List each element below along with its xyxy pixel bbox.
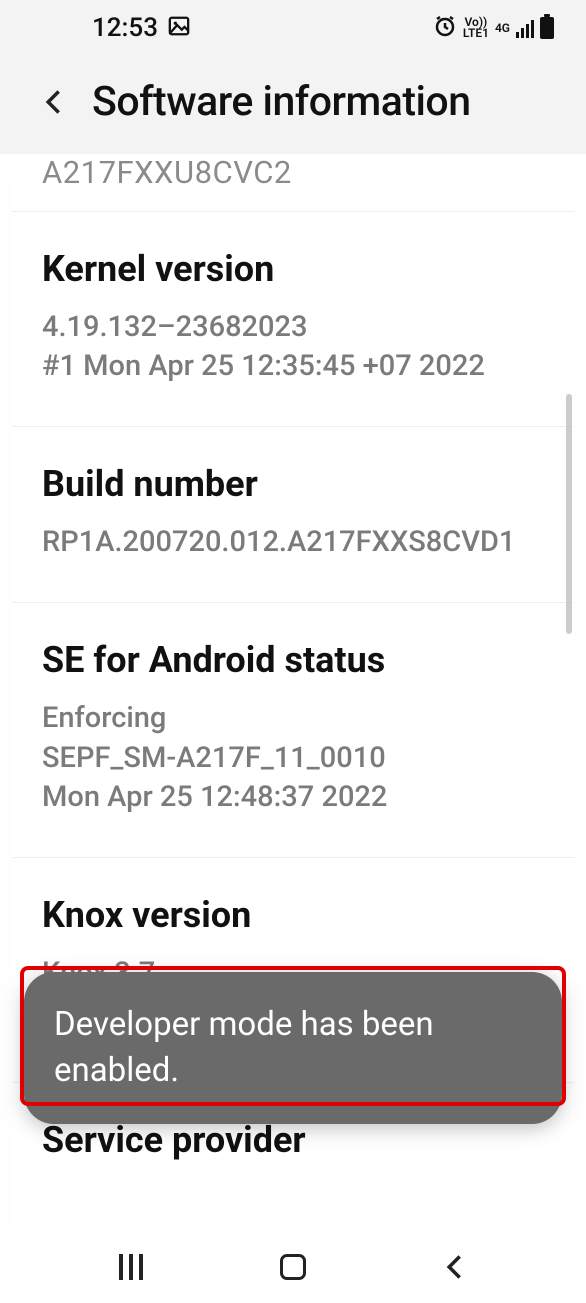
network-icon: 4G: [495, 23, 510, 34]
home-icon: [280, 1254, 306, 1280]
se-android-item[interactable]: SE for Android status Enforcing SEPF_SM-…: [12, 603, 574, 857]
kernel-version-item[interactable]: Kernel version 4.19.132–23682023 #1 Mon …: [12, 212, 574, 427]
header: Software information: [0, 56, 586, 154]
se-android-value: Enforcing SEPF_SM-A217F_11_0010 Mon Apr …: [42, 699, 544, 816]
alarm-icon: [433, 14, 457, 42]
build-number-title: Build number: [42, 463, 544, 505]
chevron-left-icon: [441, 1253, 469, 1281]
recents-icon: [119, 1254, 143, 1280]
status-right: Vo)) LTE1 4G: [433, 14, 554, 42]
scrollbar-thumb[interactable]: [566, 394, 572, 634]
screen: 12:53 Vo)) LTE1 4G Software information …: [0, 0, 586, 1303]
battery-icon: [540, 17, 554, 39]
kernel-version-value: 4.19.132–23682023 #1 Mon Apr 25 12:35:45…: [42, 308, 544, 386]
partial-prev-item-value[interactable]: A217FXXU8CVC2: [12, 154, 574, 212]
clock-text: 12:53: [92, 13, 158, 43]
se-android-title: SE for Android status: [42, 639, 544, 681]
back-button[interactable]: [40, 88, 68, 116]
kernel-version-title: Kernel version: [42, 248, 544, 290]
image-icon: [168, 15, 190, 41]
recents-button[interactable]: [111, 1247, 151, 1287]
home-button[interactable]: [273, 1247, 313, 1287]
nav-back-button[interactable]: [435, 1247, 475, 1287]
page-title: Software information: [92, 78, 471, 126]
build-number-value: RP1A.200720.012.A217FXXS8CVD1: [42, 523, 544, 562]
build-number-item[interactable]: Build number RP1A.200720.012.A217FXXS8CV…: [12, 427, 574, 603]
toast-message: Developer mode has been enabled.: [24, 972, 562, 1124]
volte-icon: Vo)) LTE1: [463, 17, 489, 39]
knox-version-title: Knox version: [42, 894, 544, 936]
status-bar: 12:53 Vo)) LTE1 4G: [0, 0, 586, 56]
signal-icon: [516, 18, 534, 38]
service-provider-title: Service provider: [42, 1119, 544, 1161]
status-left: 12:53: [32, 13, 190, 43]
navigation-bar: [0, 1231, 586, 1303]
